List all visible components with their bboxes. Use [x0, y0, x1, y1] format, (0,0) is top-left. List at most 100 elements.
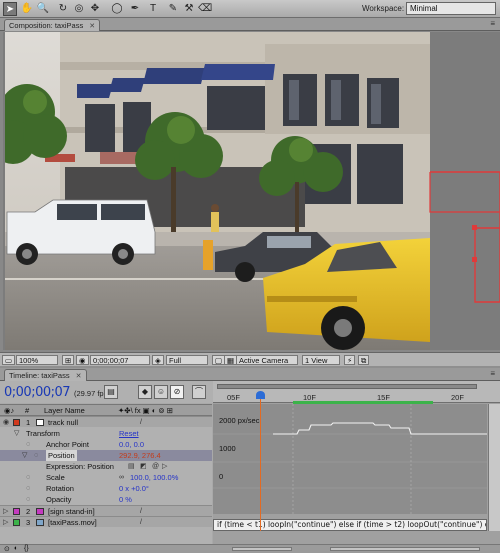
brush-tool-icon[interactable]: ✎: [166, 2, 180, 16]
mask-toggle-icon[interactable]: ▭: [2, 355, 16, 365]
pickwhip-switch-icon[interactable]: /: [140, 417, 142, 428]
resolution-select[interactable]: Full: [166, 355, 208, 365]
shy-layers-icon[interactable]: ☺: [154, 385, 168, 399]
rotation-row[interactable]: ◌ Rotation 0 x +0.0°: [0, 483, 212, 494]
zoom-select[interactable]: 100%: [16, 355, 58, 365]
scale-value[interactable]: 100.0, 100.0%: [130, 472, 178, 483]
playhead-handle[interactable]: [256, 391, 265, 399]
layer-name-header[interactable]: Layer Name: [44, 406, 85, 415]
pickwhip-icon[interactable]: @: [152, 461, 159, 472]
close-icon[interactable]: ✕: [76, 373, 82, 380]
tab-composition[interactable]: Composition: taxiPass ✕: [4, 19, 101, 31]
stopwatch-icon[interactable]: ◌: [26, 472, 30, 483]
layer-column-header: ◉♪ # Layer Name ✦✤\ fx ▣ ◐ ⊚ ⊞: [0, 404, 212, 416]
expression-field[interactable]: if (time < t1) loopIn("continue") else i…: [213, 519, 487, 531]
current-time-indicator[interactable]: [260, 391, 261, 531]
expression-menu-icon[interactable]: ▷: [162, 461, 167, 472]
visibility-icon[interactable]: ◉: [3, 419, 10, 426]
layer-row-taxipass-mov[interactable]: ▷ 3 [taxiPass.mov] /: [0, 516, 212, 527]
fast-preview-icon[interactable]: ⚡: [344, 355, 356, 365]
layer-name[interactable]: track null: [48, 417, 78, 428]
layer-row-sign-stand-in[interactable]: ▷ 2 [sign stand-in] /: [0, 505, 212, 516]
chevron-down-icon[interactable]: ▽: [14, 428, 19, 439]
scale-row[interactable]: ◌ Scale ∞ 100.0, 100.0%: [0, 472, 212, 483]
draft-3d-icon[interactable]: ◆: [138, 385, 152, 399]
grid-icon[interactable]: ⊞: [62, 355, 75, 365]
graph-editor-icon[interactable]: ⌒: [192, 385, 206, 399]
rotation-value[interactable]: 0 x +0.0°: [119, 483, 149, 494]
constrain-proportions-icon[interactable]: ∞: [119, 472, 124, 483]
close-icon[interactable]: ✕: [89, 23, 95, 30]
composition-viewer[interactable]: [3, 32, 500, 350]
expression-toggle-icon[interactable]: ▤: [128, 461, 135, 472]
stopwatch-icon[interactable]: ◌: [26, 494, 30, 505]
zoom-tool-icon[interactable]: 🔍: [36, 2, 50, 16]
comp-timecode[interactable]: 0;00;00;07: [90, 355, 150, 365]
camera-orbit-icon[interactable]: ◎: [72, 2, 86, 16]
text-tool-icon[interactable]: T: [146, 2, 160, 16]
rectangle-mask-icon[interactable]: ◯: [110, 2, 124, 16]
tab-timeline[interactable]: Timeline: taxiPass ✕: [4, 369, 87, 381]
rotation-tool-icon[interactable]: ↻: [56, 2, 70, 16]
transform-group-row[interactable]: ▽ Transform Reset: [0, 428, 212, 439]
pan-behind-icon[interactable]: ✥: [88, 2, 102, 16]
stopwatch-icon[interactable]: ◌: [26, 483, 30, 494]
position-row[interactable]: ▽ ◌ Position 292.9, 276.4: [0, 450, 212, 461]
horizontal-scrollbar[interactable]: [330, 547, 480, 551]
scale-label: Scale: [46, 473, 65, 482]
speed-graph[interactable]: 2000 px/sec 1000 0: [213, 404, 487, 514]
view-layout-select[interactable]: 1 View: [302, 355, 340, 365]
position-value[interactable]: 292.9, 276.4: [119, 450, 161, 461]
camera-select[interactable]: Active Camera: [236, 355, 298, 365]
reset-link[interactable]: Reset: [119, 428, 139, 439]
visibility-icon[interactable]: ▷: [3, 519, 10, 526]
expression-row[interactable]: Expression: Position ▤ ◩ @ ▷: [0, 461, 212, 472]
composition-footer: ▭ 100% ⊞ ◉ 0;00;00;07 ◈ Full ▢ ▦ Active …: [0, 352, 500, 366]
speed-curve: [213, 404, 487, 514]
opacity-row[interactable]: ◌ Opacity 0 %: [0, 494, 212, 505]
current-time-display[interactable]: 0;00;00;07: [4, 385, 71, 400]
selection-tool-icon[interactable]: ➤: [3, 2, 17, 16]
position-label[interactable]: Position: [46, 450, 77, 461]
frame-blending-icon[interactable]: ⊘: [170, 385, 184, 399]
pen-tool-icon[interactable]: ✒: [128, 2, 142, 16]
workspace-select[interactable]: Minimal: [406, 2, 496, 15]
opacity-value[interactable]: 0 %: [119, 494, 132, 505]
clone-stamp-icon[interactable]: ⚒: [182, 2, 196, 16]
tab-composition-label: Composition: taxiPass: [9, 21, 84, 30]
timeline-link-icon[interactable]: ⧉: [358, 355, 370, 365]
anchor-point-row[interactable]: ◌ Anchor Point 0.0, 0.0: [0, 439, 212, 450]
rotation-label: Rotation: [46, 484, 74, 493]
layer-number: 1: [26, 418, 31, 427]
eraser-icon[interactable]: ⌫: [198, 2, 212, 16]
layer-number: 3: [26, 518, 31, 527]
label-color-swatch[interactable]: [13, 508, 20, 515]
transfer-controls-icon[interactable]: ◐: [14, 545, 18, 552]
stopwatch-icon[interactable]: ◌: [34, 450, 38, 461]
hand-tool-icon[interactable]: ✋: [20, 2, 34, 16]
label-color-swatch[interactable]: [13, 519, 20, 526]
in-out-columns-icon[interactable]: {}: [24, 545, 29, 552]
work-area-bar[interactable]: [217, 384, 477, 389]
visibility-icon[interactable]: ▷: [3, 508, 10, 515]
transform-label: Transform: [26, 429, 60, 438]
layer-name[interactable]: [taxiPass.mov]: [48, 517, 97, 528]
color-channel-icon[interactable]: ◈: [152, 355, 164, 365]
graph-toggle-icon[interactable]: ◩: [140, 461, 147, 472]
panel-menu-icon[interactable]: ≡: [490, 369, 495, 378]
layer-row-track-null[interactable]: ◉ 1 track null /: [0, 416, 212, 427]
pickwhip-switch-icon[interactable]: /: [140, 517, 142, 528]
layer-switches-icon[interactable]: ⊙: [4, 545, 10, 553]
panel-menu-icon[interactable]: ≡: [490, 19, 495, 28]
label-color-swatch[interactable]: [13, 419, 20, 426]
workspace-label: Workspace:: [362, 4, 405, 13]
comp-mini-flowchart-icon[interactable]: ▤: [104, 385, 118, 399]
switches-header-icons: ✦✤\ fx ▣ ◐ ⊚ ⊞: [118, 406, 174, 415]
stopwatch-icon[interactable]: ◌: [26, 439, 30, 450]
anchor-point-value[interactable]: 0.0, 0.0: [119, 439, 144, 450]
timeline-footer: ⊙ ◐ {}: [0, 544, 500, 553]
snapshot-icon[interactable]: ◉: [76, 355, 89, 365]
vertical-scrollbar[interactable]: [488, 404, 500, 531]
chevron-down-icon[interactable]: ▽: [22, 450, 27, 461]
zoom-slider[interactable]: [232, 547, 292, 551]
